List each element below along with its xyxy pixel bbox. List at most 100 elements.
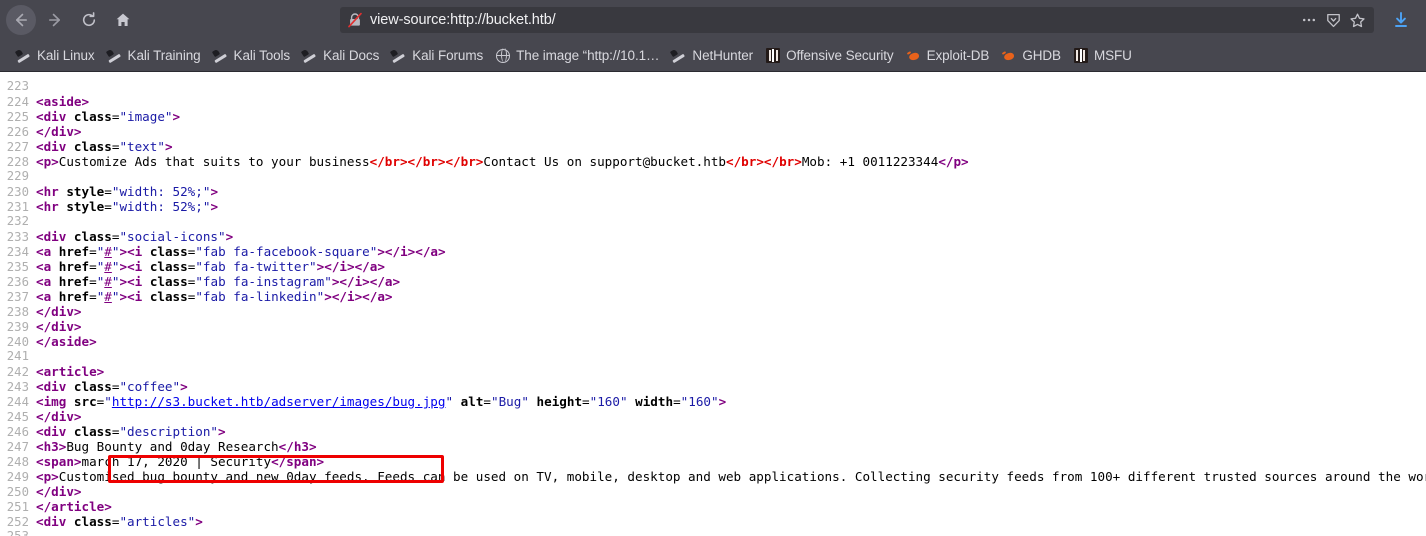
reader-view-icon[interactable] — [1322, 9, 1344, 31]
line-code: <aside> — [36, 94, 90, 109]
browser-chrome: view-source:http://bucket.htb/ Kali Linu… — [0, 0, 1426, 72]
reload-icon — [82, 12, 96, 27]
line-number: 225 — [6, 110, 29, 124]
line-number: 224 — [6, 95, 29, 109]
line-number: 248 — [6, 455, 29, 469]
line-number: 252 — [6, 515, 29, 529]
back-arrow-icon — [16, 13, 27, 27]
line-code: <a href="#"><i class="fab fa-facebook-sq… — [36, 244, 446, 259]
download-arrow-icon — [1395, 12, 1407, 27]
bookmark-item-kali-docs[interactable]: Kali Docs — [296, 44, 385, 68]
line-number: 231 — [6, 200, 29, 214]
line-number: 230 — [6, 185, 29, 199]
bookmark-item-nethunter[interactable]: NetHunter — [665, 44, 759, 68]
source-link[interactable]: # — [104, 289, 112, 304]
source-line: 246 <div class="description"> — [0, 424, 1426, 439]
source-line: 237 <a href="#"><i class="fab fa-linkedin… — [0, 289, 1426, 304]
bookmark-item-offensive-security[interactable]: Offensive Security — [759, 44, 900, 68]
bookmark-label: Offensive Security — [786, 47, 894, 63]
line-number: 235 — [6, 260, 29, 274]
line-code: <a href="#"><i class="fab fa-linkedin"><… — [36, 289, 393, 304]
line-code: </div> — [36, 484, 82, 499]
kali-dragon-icon — [16, 48, 32, 64]
exploit-db-bug-icon — [906, 48, 922, 64]
line-number: 246 — [6, 425, 29, 439]
line-number: 223 — [6, 79, 29, 93]
line-number: 238 — [6, 305, 29, 319]
line-code: <div class="image"> — [36, 109, 181, 124]
kali-dragon-icon — [213, 48, 229, 64]
line-number: 247 — [6, 440, 29, 454]
bookmark-label: Kali Linux — [37, 47, 95, 63]
line-code: </article> — [36, 499, 112, 514]
line-number: 233 — [6, 230, 29, 244]
bookmark-item-exploit-db[interactable]: Exploit-DB — [900, 44, 996, 68]
source-line: 226 </div> — [0, 124, 1426, 139]
source-line: 229 — [0, 169, 1426, 184]
bookmark-item-ghdb[interactable]: GHDB — [995, 44, 1067, 68]
source-line: 230 <hr style="width: 52%;"> — [0, 184, 1426, 199]
forward-button[interactable] — [40, 5, 70, 35]
source-line: 231 <hr style="width: 52%;"> — [0, 199, 1426, 214]
source-line: 238 </div> — [0, 304, 1426, 319]
source-line: 243 <div class="coffee"> — [0, 379, 1426, 394]
line-code: </div> — [36, 304, 82, 319]
line-code: </div> — [36, 409, 82, 424]
bookmark-item-kali-forums[interactable]: Kali Forums — [385, 44, 489, 68]
bookmark-star-icon[interactable] — [1346, 9, 1368, 31]
line-number: 241 — [6, 349, 29, 363]
source-link[interactable]: http://s3.bucket.htb/adserver/images/bug… — [112, 394, 446, 409]
kali-dragon-icon — [391, 48, 407, 64]
bookmark-label: NetHunter — [692, 47, 754, 63]
bookmark-item-the-image-http-10-1[interactable]: The image “http://10.1… — [489, 44, 665, 68]
source-line: 245 </div> — [0, 409, 1426, 424]
source-line: 240 </aside> — [0, 334, 1426, 349]
line-code: </aside> — [36, 334, 97, 349]
line-number: 250 — [6, 485, 29, 499]
exploit-db-bug-icon — [1001, 48, 1017, 64]
line-code: <div class="text"> — [36, 139, 173, 154]
line-code: <p>Customize Ads that suits to your busi… — [36, 154, 969, 169]
source-line: 233 <div class="social-icons"> — [0, 229, 1426, 244]
line-number: 228 — [6, 155, 29, 169]
source-line: 250 </div> — [0, 484, 1426, 499]
source-line: 244 <img src="http://s3.bucket.htb/adserv… — [0, 394, 1426, 409]
line-code: <h3>Bug Bounty and 0day Research</h3> — [36, 439, 317, 454]
reload-button[interactable] — [74, 5, 104, 35]
bookmark-label: Kali Docs — [323, 47, 380, 63]
line-number: 237 — [6, 290, 29, 304]
bookmark-label: GHDB — [1022, 47, 1061, 63]
view-source-content[interactable]: 223 224 <aside> 225 <div class="image"> 226 </… — [0, 72, 1426, 536]
kali-dragon-icon — [671, 48, 687, 64]
line-code: </div> — [36, 319, 82, 334]
url-text: view-source:http://bucket.htb/ — [370, 12, 556, 28]
source-link[interactable]: # — [104, 259, 112, 274]
line-number: 243 — [6, 380, 29, 394]
forward-arrow-icon — [49, 13, 60, 27]
back-button[interactable] — [6, 5, 36, 35]
bookmark-label: The image “http://10.1… — [516, 47, 660, 63]
bookmark-item-msfu[interactable]: MSFU — [1067, 44, 1138, 68]
source-link[interactable]: # — [104, 274, 112, 289]
line-number: 234 — [6, 245, 29, 259]
bookmark-label: Kali Training — [127, 47, 201, 63]
line-code: <a href="#"><i class="fab fa-twitter"></… — [36, 259, 385, 274]
page-actions-icon[interactable] — [1298, 9, 1320, 31]
bookmark-item-kali-linux[interactable]: Kali Linux — [10, 44, 101, 68]
bookmark-item-kali-training[interactable]: Kali Training — [101, 44, 207, 68]
source-link[interactable]: # — [104, 244, 112, 259]
line-number: 227 — [6, 140, 29, 154]
kali-dragon-icon — [302, 48, 318, 64]
address-bar[interactable]: view-source:http://bucket.htb/ — [340, 7, 1374, 33]
bookmark-label: Exploit-DB — [926, 47, 990, 63]
source-line: 252 <div class="articles"> — [0, 514, 1426, 529]
bookmark-item-kali-tools[interactable]: Kali Tools — [207, 44, 297, 68]
bookmarks-toolbar: Kali Linux Kali Training Kali Tools Kali Do… — [0, 40, 1426, 72]
source-line: 247 <h3>Bug Bounty and 0day Research</h3> — [0, 439, 1426, 454]
line-code: <span>march 17, 2020 | Security</span> — [36, 454, 325, 469]
home-icon — [116, 13, 130, 26]
home-button[interactable] — [108, 5, 138, 35]
downloads-button[interactable] — [1384, 5, 1418, 35]
line-number: 240 — [6, 335, 29, 349]
source-line: 227 <div class="text"> — [0, 139, 1426, 154]
